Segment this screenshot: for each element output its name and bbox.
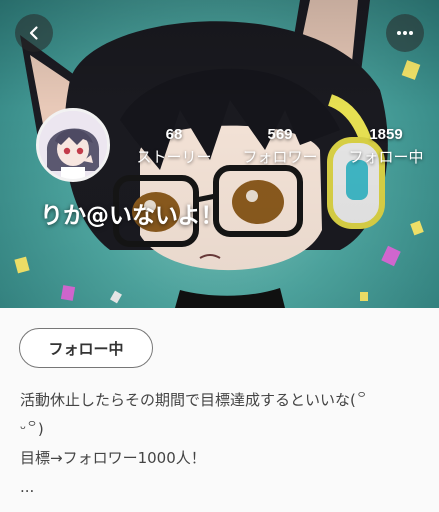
profile-avatar[interactable] — [36, 108, 110, 182]
bio-more-ellipsis[interactable]: ... — [20, 473, 424, 502]
profile-details-section: フォロー中 活動休止したらその期間で目標達成するといいな(꒪ ᵕ꒪) 目標→フォ… — [0, 308, 439, 512]
bio-line: 目標→フォロワー1000人！ — [20, 449, 206, 467]
bio-line: 活動休止したらその期間で目標達成するといいな(꒪ — [20, 391, 368, 409]
stat-followers-label: フォロワー — [242, 148, 318, 166]
profile-bio: 活動休止したらその期間で目標達成するといいな(꒪ ᵕ꒪) 目標→フォロワー100… — [20, 386, 424, 502]
avatar-image — [39, 111, 107, 179]
stat-following-label: フォロー中 — [348, 148, 424, 166]
profile-username: りか@いないよ！ — [40, 203, 224, 229]
stat-followers-count: 569 — [267, 126, 293, 143]
bio-line: ᵕ꒪) — [20, 420, 44, 438]
back-button[interactable] — [15, 14, 53, 52]
chevron-left-icon — [29, 26, 38, 40]
stat-stories-count: 68 — [165, 126, 183, 143]
following-button[interactable]: フォロー中 — [19, 328, 153, 368]
stat-following[interactable]: 1859 フォロー中 — [340, 126, 432, 168]
stat-stories-label: ストーリー — [136, 148, 212, 166]
more-horizontal-icon — [397, 31, 413, 35]
stat-stories[interactable]: 68 ストーリー — [128, 126, 220, 168]
stat-following-count: 1859 — [369, 126, 403, 143]
stat-followers[interactable]: 569 フォロワー — [236, 126, 324, 168]
more-options-button[interactable] — [386, 14, 424, 52]
